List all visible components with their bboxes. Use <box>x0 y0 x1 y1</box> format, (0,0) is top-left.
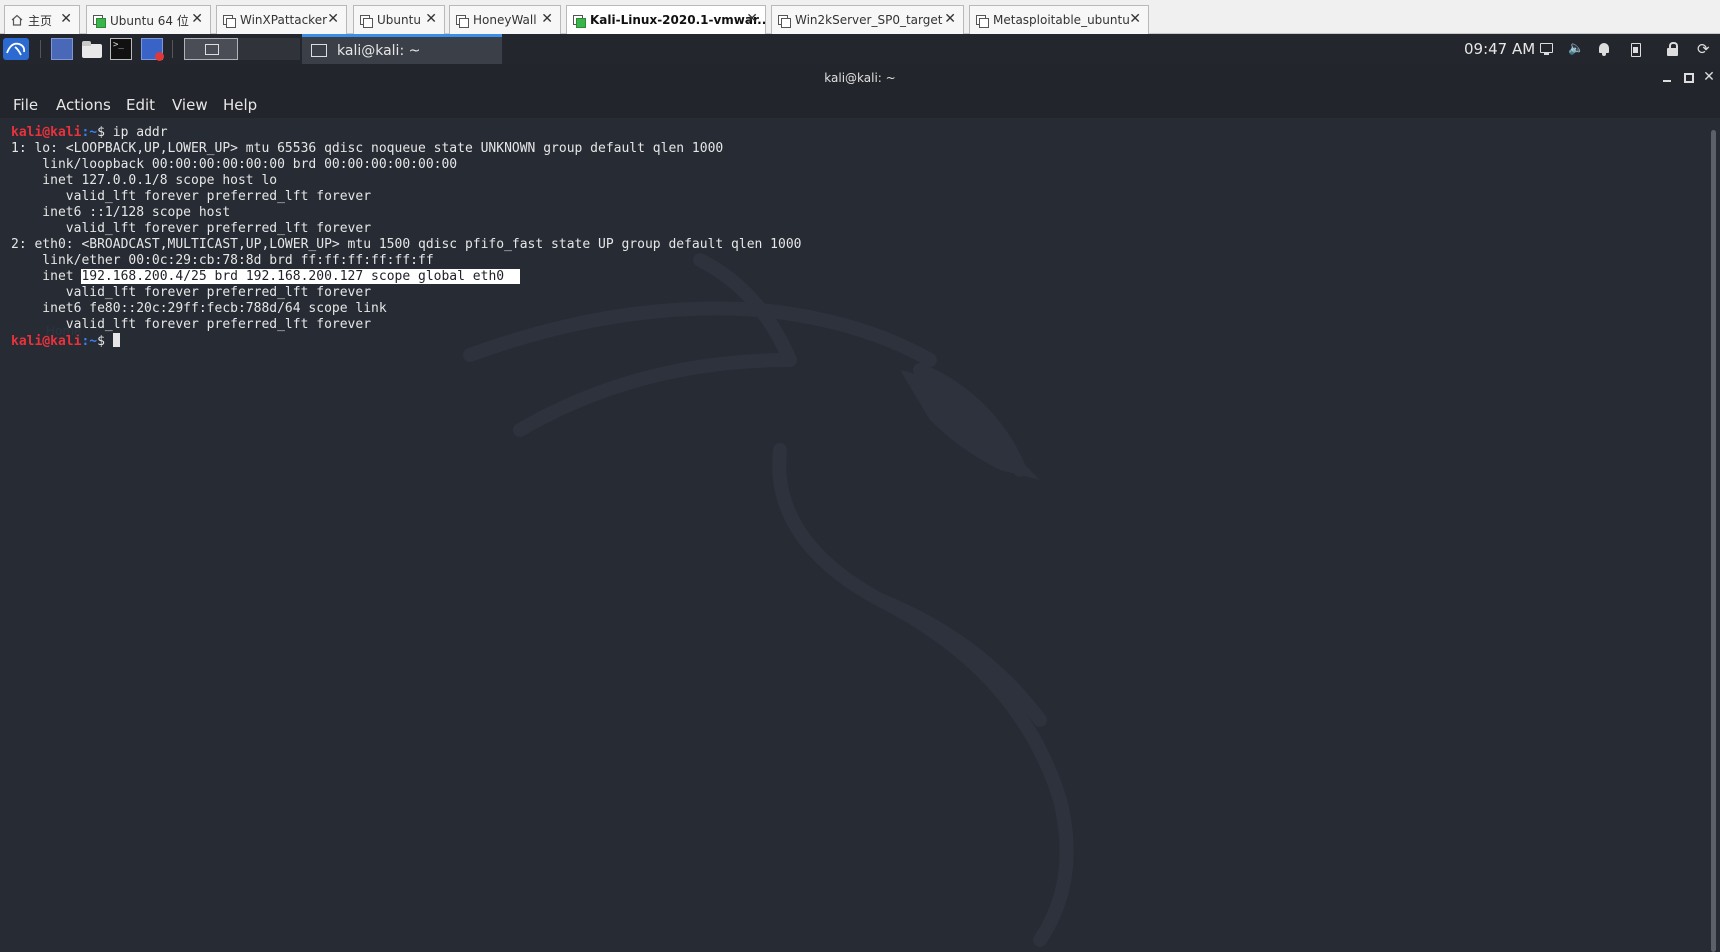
maximize-button[interactable] <box>1681 70 1695 84</box>
vm-icon <box>778 14 791 28</box>
output-line: inet 127.0.0.1/8 scope host lo <box>11 173 278 188</box>
workspace-1[interactable] <box>184 38 238 60</box>
tab-label: Metasploitable_ubuntu <box>993 13 1130 27</box>
vm-icon <box>456 14 469 28</box>
output-line: 1: lo: <LOOPBACK,UP,LOWER_UP> mtu 65536 … <box>11 141 724 156</box>
output-line: inet6 ::1/128 scope host <box>11 205 231 220</box>
menu-help[interactable]: Help <box>223 96 257 114</box>
vm-icon <box>360 14 373 28</box>
vm-tab-home[interactable]: 主页 ✕ <box>4 5 80 34</box>
vm-tab-ubuntu[interactable]: Ubuntu ✕ <box>353 5 445 34</box>
top-panel: kali@kali: ~ 09:47 AM 🔈 ⟳ <box>0 34 1720 64</box>
prompt-user: kali@kali <box>11 125 82 140</box>
show-desktop-icon[interactable] <box>51 38 73 60</box>
vm-tab-bar: 主页 ✕ Ubuntu 64 位 ✕ WinXPattacker ✕ Ubunt… <box>0 0 1720 34</box>
close-icon[interactable]: ✕ <box>944 11 956 27</box>
close-button[interactable]: ✕ <box>1702 70 1716 84</box>
workspace-2[interactable] <box>238 38 300 60</box>
window-titlebar[interactable]: kali@kali: ~ ✕ <box>0 64 1720 92</box>
panel-separator <box>172 40 173 58</box>
vm-running-icon <box>93 14 106 28</box>
vm-tab-winxpattacker[interactable]: WinXPattacker ✕ <box>216 5 347 34</box>
close-icon[interactable]: ✕ <box>425 11 437 27</box>
prompt-path: :~ <box>81 334 98 349</box>
window-title: kali@kali: ~ <box>824 71 896 85</box>
command-text: ip addr <box>112 125 168 140</box>
vm-icon <box>976 14 989 28</box>
output-line: inet <box>11 269 82 284</box>
vm-icon <box>223 14 236 28</box>
lock-icon[interactable] <box>1665 42 1679 56</box>
tab-label: Win2kServer_SP0_target <box>795 13 943 27</box>
menu-edit[interactable]: Edit <box>126 96 155 114</box>
screen-recorder-icon[interactable] <box>141 38 164 61</box>
clock[interactable]: 09:47 AM <box>1464 40 1535 58</box>
close-icon[interactable]: ✕ <box>191 11 203 27</box>
menu-actions[interactable]: Actions <box>56 96 111 114</box>
close-icon[interactable]: ✕ <box>60 11 72 27</box>
scrollbar[interactable] <box>1711 130 1716 952</box>
ghost-desktop-label: Home <box>46 324 82 338</box>
output-line: 2: eth0: <BROADCAST,MULTICAST,UP,LOWER_U… <box>11 237 802 252</box>
output-line: link/ether 00:0c:29:cb:78:8d brd ff:ff:f… <box>11 253 434 268</box>
volume-icon[interactable]: 🔈 <box>1568 42 1584 56</box>
output-line: inet6 fe80::20c:29ff:fecb:788d/64 scope … <box>11 301 387 316</box>
output-line: link/loopback 00:00:00:00:00:00 brd 00:0… <box>11 157 458 172</box>
minimize-button[interactable] <box>1660 70 1674 84</box>
battery-icon[interactable] <box>1628 42 1642 57</box>
taskbar-item-label: kali@kali: ~ <box>337 42 421 59</box>
prompt-symbol: $ <box>97 334 113 349</box>
notification-bell-icon[interactable] <box>1597 42 1611 56</box>
terminal-icon <box>311 44 327 57</box>
output-line: valid_lft forever preferred_lft forever <box>11 285 372 300</box>
tab-label: Kali-Linux-2020.1-vmwar... <box>590 13 765 27</box>
close-icon[interactable]: ✕ <box>746 11 758 27</box>
prompt-symbol: $ <box>97 125 113 140</box>
close-icon[interactable]: ✕ <box>541 11 553 27</box>
terminal-launcher-icon[interactable] <box>110 38 132 60</box>
vm-tab-honeywall[interactable]: HoneyWall ✕ <box>449 5 561 34</box>
vm-running-icon <box>573 14 586 28</box>
vm-tab-metasploitable[interactable]: Metasploitable_ubuntu ✕ <box>969 5 1149 34</box>
kali-menu-icon[interactable] <box>3 38 29 60</box>
menu-view[interactable]: View <box>172 96 208 114</box>
panel-separator <box>40 40 41 58</box>
prompt-path: :~ <box>81 125 98 140</box>
file-manager-icon[interactable] <box>81 38 103 60</box>
vm-tab-win2kserver[interactable]: Win2kServer_SP0_target ✕ <box>771 5 964 34</box>
selected-text[interactable]: 192.168.200.4/25 brd 192.168.200.127 sco… <box>81 269 520 284</box>
power-icon[interactable]: ⟳ <box>1697 42 1711 57</box>
terminal-area[interactable]: kali@kali:~$ ip addr 1: lo: <LOOPBACK,UP… <box>0 118 1720 952</box>
output-line: valid_lft forever preferred_lft forever <box>11 221 372 236</box>
close-icon[interactable]: ✕ <box>327 11 339 27</box>
menu-bar: File Actions Edit View Help <box>0 92 1720 118</box>
vm-tab-ubuntu64[interactable]: Ubuntu 64 位 ✕ <box>86 5 211 34</box>
display-icon[interactable] <box>1540 42 1554 56</box>
home-icon <box>11 14 23 26</box>
menu-file[interactable]: File <box>13 96 38 114</box>
taskbar-terminal-item[interactable]: kali@kali: ~ <box>302 34 502 64</box>
terminal-output[interactable]: kali@kali:~$ ip addr 1: lo: <LOOPBACK,UP… <box>11 125 802 350</box>
output-line: valid_lft forever preferred_lft forever <box>11 189 372 204</box>
text-cursor <box>112 333 120 347</box>
vm-tab-kali[interactable]: Kali-Linux-2020.1-vmwar... ✕ <box>566 5 766 34</box>
close-icon[interactable]: ✕ <box>1129 11 1141 27</box>
